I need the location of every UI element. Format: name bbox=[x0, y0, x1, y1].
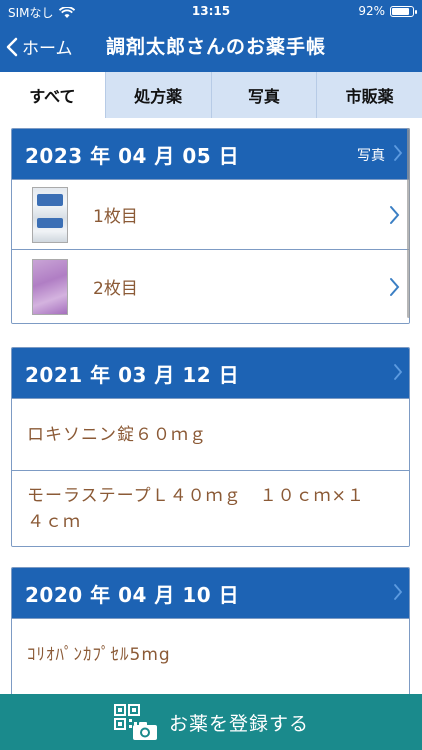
list-item[interactable]: ロキソニン錠６０ｍｇ bbox=[12, 398, 409, 470]
nav-bar: ホーム 調剤太郎さんのお薬手帳 bbox=[0, 28, 422, 66]
record-header[interactable]: 2023 年 04 月 05 日 写真 bbox=[12, 129, 409, 179]
qr-camera-icon bbox=[113, 704, 157, 740]
chevron-right-icon bbox=[394, 145, 403, 161]
record-card: 2023 年 04 月 05 日 写真 1枚目 2枚目 bbox=[11, 128, 410, 324]
chevron-right-icon bbox=[394, 364, 403, 380]
register-medicine-button[interactable]: お薬を登録する bbox=[0, 694, 422, 750]
record-header[interactable]: 2021 年 03 月 12 日 bbox=[12, 348, 409, 398]
record-date: 2021 年 03 月 12 日 bbox=[25, 362, 240, 387]
tab-bar: すべて 処方薬 写真 市販薬 bbox=[0, 72, 422, 118]
tab-photo[interactable]: 写真 bbox=[212, 72, 318, 118]
photo-link[interactable]: 写真 bbox=[357, 145, 385, 165]
chevron-right-icon bbox=[394, 584, 403, 600]
record-card: 2021 年 03 月 12 日 ロキソニン錠６０ｍｇ モーラステープＬ４０ｍｇ… bbox=[11, 347, 410, 547]
photo-label: 1枚目 bbox=[93, 207, 138, 227]
battery-info: 92% bbox=[358, 4, 417, 18]
back-label: ホーム bbox=[22, 39, 73, 59]
photo-thumbnail bbox=[32, 258, 68, 315]
record-date: 2023 年 04 月 05 日 bbox=[25, 143, 240, 168]
record-header[interactable]: 2020 年 04 月 10 日 bbox=[12, 568, 409, 618]
record-list[interactable]: 2023 年 04 月 05 日 写真 1枚目 2枚目 2021 年 03 月 … bbox=[0, 118, 422, 694]
battery-icon bbox=[390, 5, 417, 17]
record-date: 2020 年 04 月 10 日 bbox=[25, 582, 240, 607]
chevron-left-icon bbox=[6, 37, 18, 56]
register-label: お薬を登録する bbox=[168, 712, 309, 735]
list-item[interactable]: ｺﾘｵﾊﾟﾝｶﾌﾟｾﾙ5mg bbox=[12, 618, 409, 690]
tab-all[interactable]: すべて bbox=[0, 72, 106, 118]
list-item[interactable]: モーラステープＬ４０ｍｇ １０ｃｍ×１４ｃｍ bbox=[12, 470, 409, 546]
battery-level bbox=[392, 7, 410, 15]
header: SIMなし 13:15 92% ホーム 調剤太郎さんのお薬手帳 bbox=[0, 0, 422, 72]
page-title: 調剤太郎さんのお薬手帳 bbox=[106, 36, 327, 58]
chevron-right-icon bbox=[390, 205, 400, 224]
medicine-name: モーラステープＬ４０ｍｇ １０ｃｍ×１４ｃｍ bbox=[27, 485, 365, 532]
battery-percent: 92% bbox=[358, 4, 385, 18]
tab-otc[interactable]: 市販薬 bbox=[317, 72, 422, 118]
medicine-name: ｺﾘｵﾊﾟﾝｶﾌﾟｾﾙ5mg bbox=[27, 644, 171, 665]
record-card: 2020 年 04 月 10 日 ｺﾘｵﾊﾟﾝｶﾌﾟｾﾙ5mg bbox=[11, 567, 410, 694]
medicine-name: ロキソニン錠６０ｍｇ bbox=[27, 424, 207, 445]
scrollbar[interactable] bbox=[407, 128, 410, 318]
status-bar: SIMなし 13:15 92% bbox=[0, 0, 422, 22]
photo-thumbnail bbox=[32, 186, 68, 243]
list-item[interactable]: 2枚目 bbox=[12, 249, 409, 323]
list-item[interactable]: 1枚目 bbox=[12, 179, 409, 249]
photo-label: 2枚目 bbox=[93, 279, 138, 299]
back-button[interactable]: ホーム bbox=[6, 34, 73, 59]
chevron-right-icon bbox=[390, 277, 400, 296]
tab-prescription[interactable]: 処方薬 bbox=[106, 72, 212, 118]
